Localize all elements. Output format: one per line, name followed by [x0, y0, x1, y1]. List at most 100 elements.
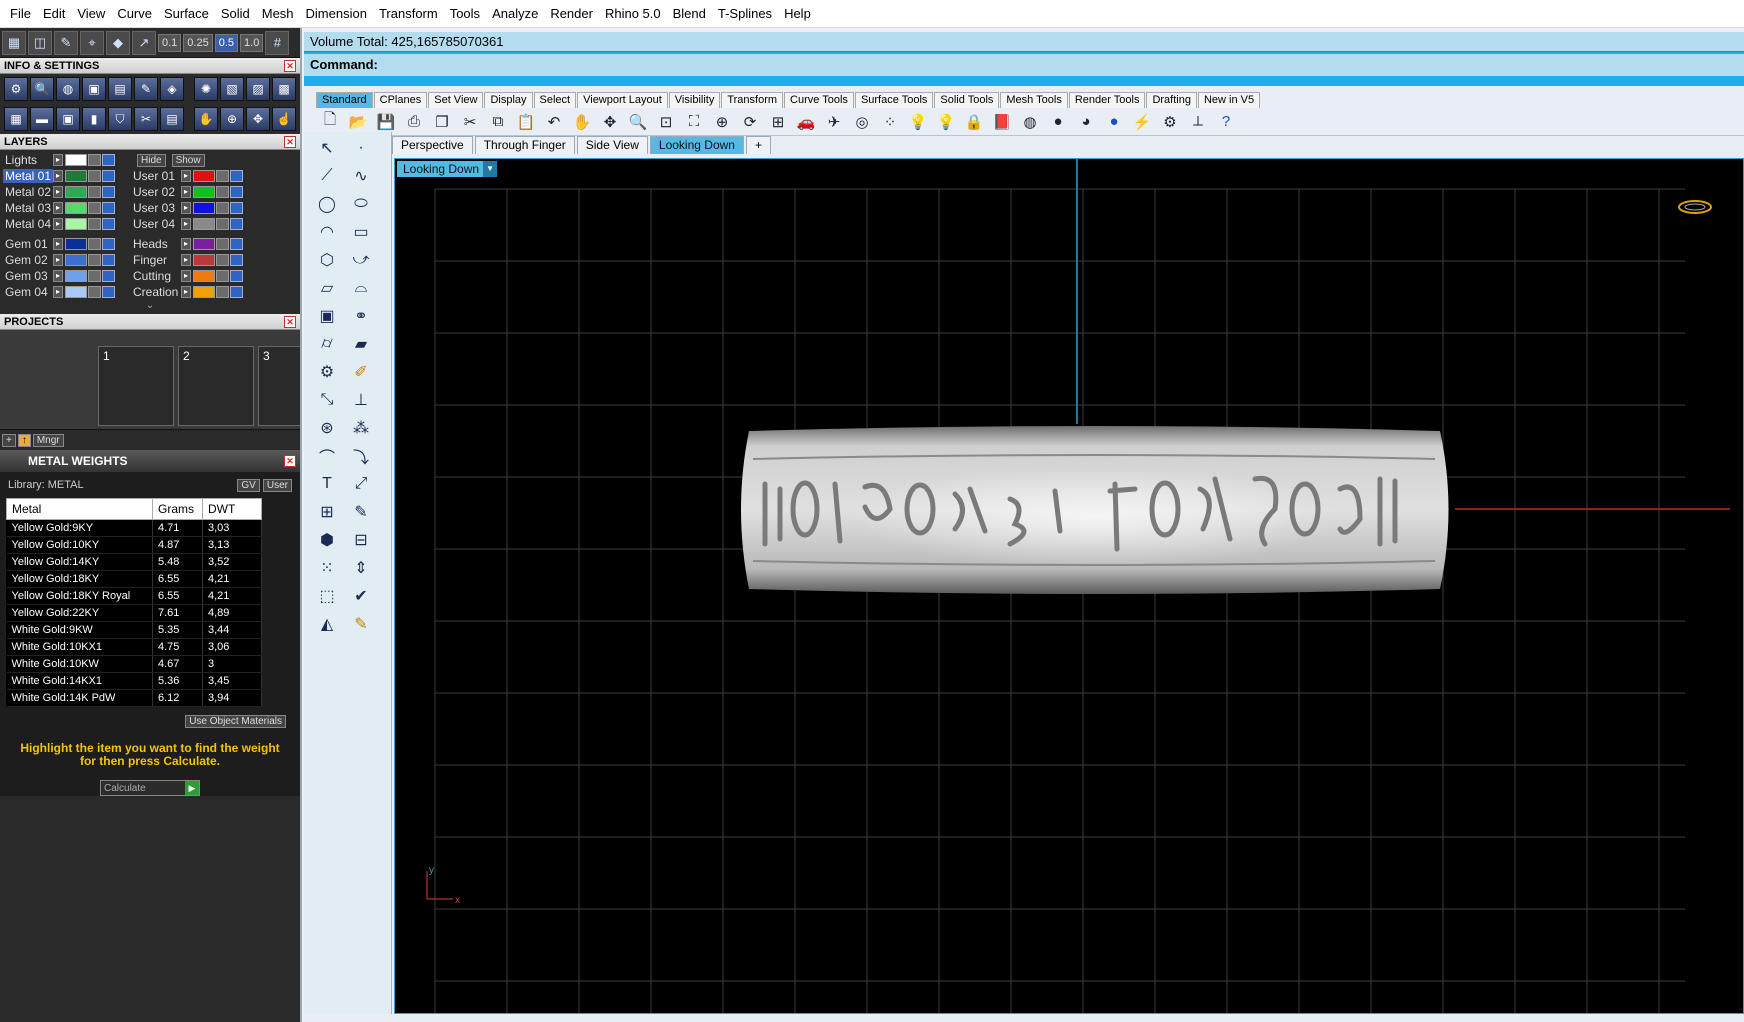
close-icon[interactable]: ✕ — [284, 135, 296, 148]
expand-icon[interactable]: ▸ — [181, 202, 191, 214]
layer-color-swatch[interactable] — [193, 186, 215, 198]
window-icon[interactable]: ▨ — [246, 77, 270, 101]
layer-name[interactable]: Heads — [131, 237, 181, 251]
menu-transform[interactable]: Transform — [373, 6, 444, 21]
lock-icon[interactable] — [88, 254, 101, 266]
layer-color-swatch[interactable] — [65, 218, 87, 230]
tab-visibility[interactable]: Visibility — [668, 92, 721, 108]
points-cloud-icon[interactable]: ⁂ — [348, 416, 374, 440]
viewport-tab-perspective[interactable]: Perspective — [392, 136, 473, 154]
menu-help[interactable]: Help — [778, 6, 817, 21]
paint-icon[interactable]: ✎ — [348, 612, 374, 636]
pencil-icon[interactable]: ✐ — [348, 360, 374, 384]
viewport-looking-down[interactable]: y x Looking Down ▼ — [394, 158, 1744, 1014]
color-wheel-icon[interactable]: ◍ — [1018, 110, 1042, 134]
expand-icon[interactable]: ▸ — [53, 286, 63, 298]
expand-icon[interactable]: ▸ — [181, 218, 191, 230]
lock-icon[interactable] — [88, 186, 101, 198]
lock-icon[interactable] — [216, 202, 229, 214]
blue-sphere-icon[interactable]: ● — [1102, 110, 1126, 134]
filter-icon[interactable]: ⛉ — [108, 107, 132, 131]
render-light-icon[interactable]: ⚡ — [1130, 110, 1154, 134]
image-icon[interactable]: ▩ — [272, 77, 296, 101]
file-icon[interactable]: ▤ — [108, 77, 132, 101]
table-row[interactable]: White Gold:10KX1 4.75 3,06 — [6, 638, 262, 656]
layer-name[interactable]: User 03 — [131, 201, 181, 215]
menu-view[interactable]: View — [71, 6, 111, 21]
viewport-tab-side-view[interactable]: Side View — [576, 136, 648, 154]
hand-icon[interactable]: ✋ — [194, 107, 218, 131]
copy-file-icon[interactable]: ❐ — [430, 110, 454, 134]
shaded-sphere-icon[interactable]: ● — [1046, 110, 1070, 134]
grid-view-icon[interactable]: ▦ — [4, 107, 28, 131]
layer-name[interactable]: Finger — [131, 253, 181, 267]
layer-color-swatch[interactable] — [193, 218, 215, 230]
cut-icon[interactable]: ✂ — [458, 110, 482, 134]
lock-icon[interactable] — [216, 238, 229, 250]
move-icon[interactable]: ✥ — [246, 107, 270, 131]
ring-icon[interactable]: ◍ — [56, 77, 80, 101]
polyline-icon[interactable]: ⟋ — [314, 164, 340, 188]
lock-icon[interactable] — [88, 270, 101, 282]
snap-0.1[interactable]: 0.1 — [158, 33, 182, 52]
lock-icon[interactable] — [88, 238, 101, 250]
lock-icon[interactable] — [216, 270, 229, 282]
layer-color-swatch[interactable] — [193, 254, 215, 266]
arc-icon[interactable]: ◠ — [314, 220, 340, 244]
column-header-dwt[interactable]: DWT — [202, 498, 262, 520]
project-slot-1[interactable]: 1 — [98, 346, 174, 426]
layer-color-swatch[interactable] — [193, 286, 215, 298]
calculate-button[interactable]: Calculate ▶ — [100, 780, 200, 796]
edit-icon[interactable]: ✎ — [348, 500, 374, 524]
layer-name[interactable]: Metal 02 — [3, 185, 53, 199]
visibility-icon[interactable] — [230, 170, 243, 182]
scale-icon[interactable]: ⤢ — [348, 472, 374, 496]
layers-icon[interactable]: ◫ — [28, 30, 52, 55]
point-icon[interactable]: · — [348, 136, 374, 160]
menu-render[interactable]: Render — [544, 6, 599, 21]
expand-icon[interactable]: ▸ — [53, 238, 63, 250]
extrude-icon[interactable]: ⬚ — [314, 584, 340, 608]
stone-icon[interactable]: ◭ — [314, 612, 340, 636]
expand-icon[interactable]: ▸ — [53, 254, 63, 266]
lock-icon[interactable] — [216, 218, 229, 230]
undo-icon[interactable]: ↶ — [542, 110, 566, 134]
visibility-icon[interactable] — [102, 154, 115, 166]
use-object-materials-button[interactable]: Use Object Materials — [185, 715, 286, 728]
patch-icon[interactable]: ▰ — [348, 332, 374, 356]
visibility-icon[interactable] — [102, 286, 115, 298]
layer-name[interactable]: User 01 — [131, 169, 181, 183]
layer-color-swatch[interactable] — [65, 238, 87, 250]
expand-icon[interactable]: ▸ — [181, 254, 191, 266]
visibility-icon[interactable] — [230, 286, 243, 298]
column-icon[interactable]: ▮ — [82, 107, 106, 131]
layer-name[interactable]: User 02 — [131, 185, 181, 199]
pick-icon[interactable]: ☝ — [272, 107, 296, 131]
edit-icon[interactable]: ✎ — [134, 77, 158, 101]
layer-color-swatch[interactable] — [65, 186, 87, 198]
lock-icon[interactable] — [88, 218, 101, 230]
array-icon[interactable]: ⊞ — [314, 500, 340, 524]
light-bulb-icon[interactable]: 💡 — [906, 110, 930, 134]
spheres-icon[interactable]: ⚭ — [348, 304, 374, 328]
close-icon[interactable]: ✕ — [284, 455, 296, 467]
visibility-icon[interactable] — [102, 238, 115, 250]
zoom-window-icon[interactable]: ⊡ — [654, 110, 678, 134]
arrow-icon[interactable]: ↗ — [132, 30, 156, 55]
visibility-icon[interactable] — [230, 254, 243, 266]
manager-button[interactable]: Mngr — [32, 433, 64, 447]
tab-render-tools[interactable]: Render Tools — [1068, 92, 1146, 108]
box-icon[interactable]: ▣ — [56, 107, 80, 131]
menu-solid[interactable]: Solid — [215, 6, 256, 21]
ring-gumball-icon[interactable] — [1678, 200, 1712, 214]
layer-color-swatch[interactable] — [193, 170, 215, 182]
close-icon[interactable]: ✕ — [284, 315, 296, 328]
visibility-icon[interactable] — [230, 238, 243, 250]
pan-hand-icon[interactable]: ✋ — [570, 110, 594, 134]
menu-analyze[interactable]: Analyze — [486, 6, 544, 21]
layer-name[interactable]: Gem 02 — [3, 253, 53, 267]
visibility-icon[interactable] — [230, 218, 243, 230]
move-cross-icon[interactable]: ✥ — [598, 110, 622, 134]
car-icon[interactable]: 🚗 — [794, 110, 818, 134]
menu-tools[interactable]: Tools — [444, 6, 486, 21]
